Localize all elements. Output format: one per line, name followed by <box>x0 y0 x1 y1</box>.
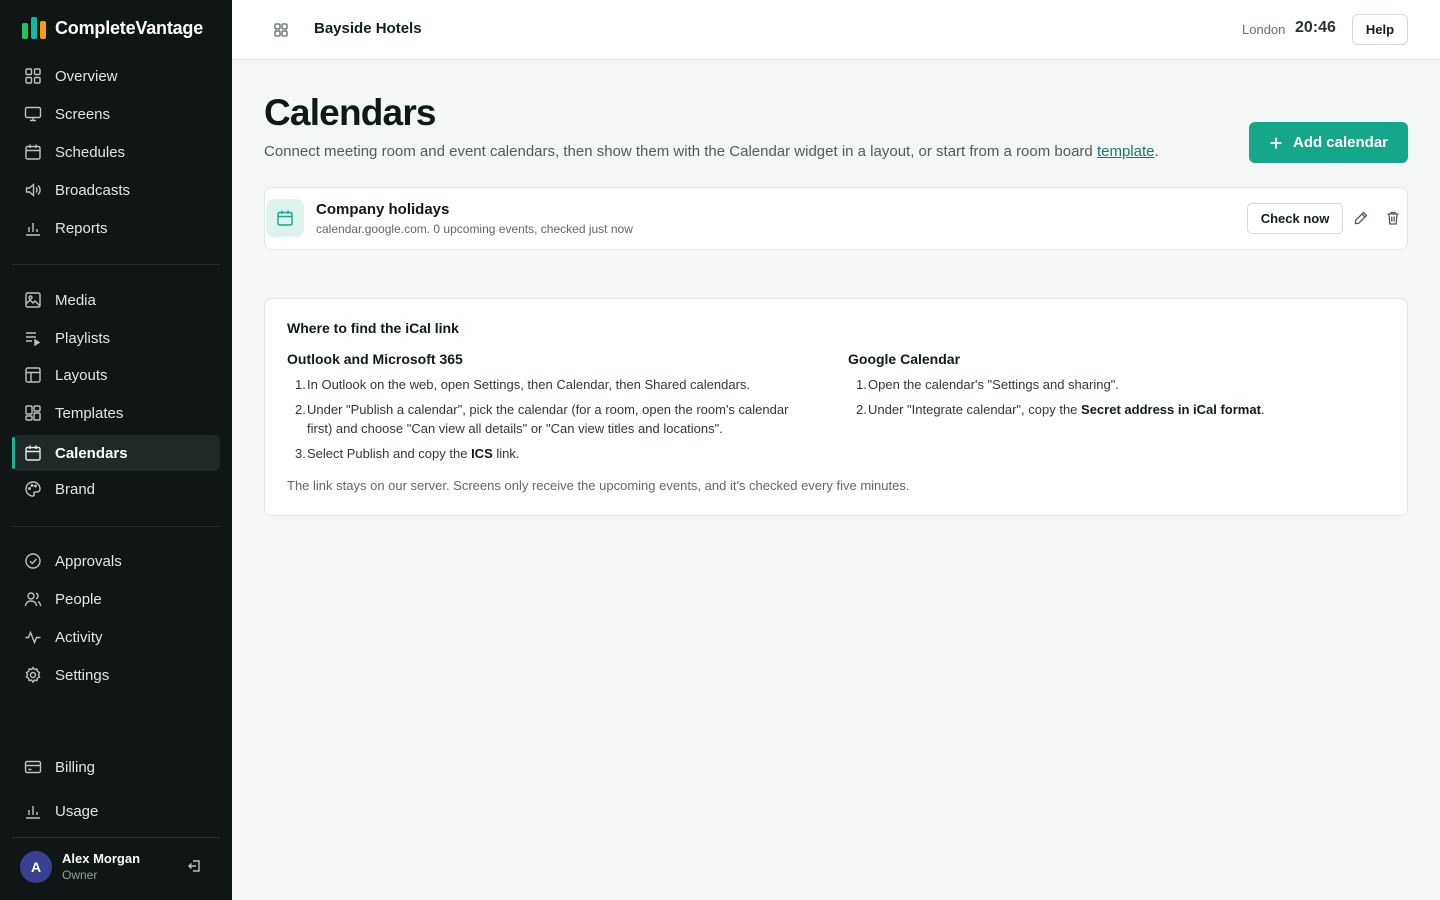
layout-icon <box>25 367 41 383</box>
sidebar: CompleteVantage Overview Screens Schedul… <box>0 0 232 900</box>
sidebar-item-settings[interactable]: Settings <box>12 657 220 693</box>
sidebar-divider <box>12 526 220 527</box>
help-card-title: Where to find the iCal link <box>287 320 459 336</box>
sidebar-item-media[interactable]: Media <box>12 282 220 318</box>
calendar-row-icon <box>266 199 304 237</box>
sidebar-item-label: Brand <box>55 480 96 498</box>
calendar-name: Company holidays <box>316 201 450 218</box>
help-button[interactable]: Help <box>1352 14 1408 45</box>
brand-logo <box>22 17 46 39</box>
sidebar-item-label: Approvals <box>55 552 122 570</box>
page-description: Connect meeting room and event calendars… <box>264 143 1159 160</box>
clock-time: 20:46 <box>1295 19 1336 36</box>
user-name: Alex Morgan <box>62 851 141 866</box>
sidebar-item-approvals[interactable]: Approvals <box>12 543 220 579</box>
calendar-meta: calendar.google.com. 0 upcoming events, … <box>316 222 633 236</box>
playlist-icon <box>26 332 41 347</box>
trash-icon[interactable] <box>1385 210 1401 226</box>
image-icon <box>25 292 41 308</box>
calendar-row: Company holidays calendar.google.com. 0 … <box>264 187 1408 250</box>
sidebar-divider <box>12 264 220 265</box>
help-card-footnote: The link stays on our server. Screens on… <box>287 478 910 493</box>
add-calendar-button[interactable]: Add calendar <box>1249 122 1408 163</box>
sidebar-item-usage[interactable]: Usage <box>12 793 220 829</box>
sidebar-item-label: Reports <box>55 219 108 237</box>
user-role: Owner <box>62 868 98 882</box>
edit-icon[interactable] <box>1353 210 1369 226</box>
clock-city: London <box>1242 22 1286 37</box>
sidebar-item-label: Schedules <box>55 143 126 161</box>
add-calendar-label: Add calendar <box>1292 134 1389 151</box>
page-title: Calendars <box>264 92 437 133</box>
sidebar-item-templates[interactable]: Templates <box>12 395 220 431</box>
grid-icon <box>25 68 41 84</box>
calendar-icon <box>277 210 293 226</box>
sidebar-item-label: People <box>55 590 102 608</box>
sidebar-item-label: Templates <box>55 404 124 422</box>
list-item: 2. Under "Publish a calendar", pick the c… <box>295 402 789 436</box>
sidebar-item-schedules[interactable]: Schedules <box>12 134 220 170</box>
grid-icon[interactable] <box>272 21 290 39</box>
template-link[interactable]: template <box>1097 143 1155 160</box>
brand[interactable]: CompleteVantage <box>22 17 203 39</box>
org-name[interactable]: Bayside Hotels <box>314 20 422 37</box>
sidebar-item-people[interactable]: People <box>12 581 220 617</box>
outlook-title: Outlook and Microsoft 365 <box>287 351 463 367</box>
sidebar-item-label: Media <box>55 291 96 309</box>
sidebar-item-playlists[interactable]: Playlists <box>12 320 220 356</box>
plus-icon <box>1270 137 1282 148</box>
outlook-steps: 1. In Outlook on the web, open Settings, … <box>287 375 827 469</box>
sidebar-item-label: Layouts <box>55 366 108 384</box>
list-item: 2. Under "Integrate calendar", copy the S… <box>856 402 1265 417</box>
sidebar-item-brand[interactable]: Brand <box>12 471 220 507</box>
users-icon <box>24 592 42 607</box>
sidebar-item-reports[interactable]: Reports <box>12 210 220 246</box>
sidebar-item-billing[interactable]: Billing <box>12 749 220 785</box>
sidebar-item-activity[interactable]: Activity <box>12 619 220 655</box>
bar-chart-icon <box>26 223 40 236</box>
sidebar-item-label: Screens <box>55 105 111 123</box>
page-description-text: Connect meeting room and event calendars… <box>264 143 1097 160</box>
page-description-end: . <box>1154 143 1159 160</box>
bar-chart-icon <box>26 806 40 819</box>
sidebar-item-label: Calendars <box>55 444 128 462</box>
list-item: 3. Select Publish and copy the ICS link. <box>295 446 520 461</box>
credit-card-icon <box>24 760 42 774</box>
list-item: 1. In Outlook on the web, open Settings, … <box>295 377 751 392</box>
avatar: A <box>20 851 52 883</box>
sidebar-item-overview[interactable]: Overview <box>12 58 220 94</box>
sidebar-item-label: Broadcasts <box>55 181 131 199</box>
user-profile[interactable]: A Alex Morgan Owner <box>12 845 220 889</box>
check-now-button[interactable]: Check now <box>1247 203 1343 234</box>
templates-icon <box>25 405 41 421</box>
sidebar-item-label: Settings <box>55 666 110 684</box>
sidebar-item-label: Activity <box>55 628 103 646</box>
google-title: Google Calendar <box>848 351 961 367</box>
calendar-icon <box>25 144 41 160</box>
gear-icon <box>25 666 41 684</box>
topbar: Bayside Hotels London 20:46 Help <box>232 0 1440 60</box>
speaker-icon <box>25 182 41 198</box>
sidebar-item-calendars[interactable]: Calendars <box>12 435 220 471</box>
monitor-icon <box>24 106 42 122</box>
sidebar-item-label: Playlists <box>55 329 111 347</box>
sidebar-item-screens[interactable]: Screens <box>12 96 220 132</box>
check-circle-icon <box>25 553 41 569</box>
logout-icon[interactable] <box>186 857 204 875</box>
list-item: 1. Open the calendar's "Settings and shar… <box>856 377 1119 392</box>
sidebar-item-label: Overview <box>55 67 118 85</box>
sidebar-item-label: Usage <box>55 802 99 820</box>
sidebar-divider <box>12 837 220 838</box>
activity-icon <box>25 630 41 645</box>
palette-icon <box>25 481 41 497</box>
brand-name: CompleteVantage <box>55 17 204 38</box>
sidebar-item-broadcasts[interactable]: Broadcasts <box>12 172 220 208</box>
sidebar-item-label: Billing <box>55 758 96 776</box>
calendar-icon <box>25 445 41 461</box>
ical-help-card: Where to find the iCal link Outlook and … <box>264 298 1408 516</box>
google-steps: 1. Open the calendar's "Settings and shar… <box>848 375 1388 425</box>
sidebar-item-layouts[interactable]: Layouts <box>12 357 220 393</box>
